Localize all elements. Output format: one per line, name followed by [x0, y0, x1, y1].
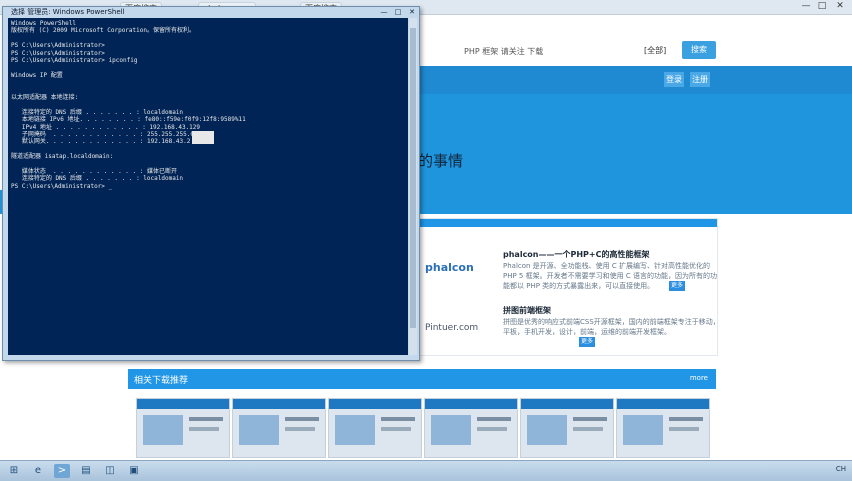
- framework-card: phalcon phalcon——一个PHP+C的高性能框架 Phalcon 是…: [418, 218, 720, 356]
- ie-icon[interactable]: e: [30, 464, 46, 478]
- card-header-bar: [419, 219, 717, 227]
- console-line: 连接特定的 DNS 后缀 . . . . . . . : localdomain: [11, 108, 184, 116]
- window-titlebar[interactable]: 选择 管理员: Windows PowerShell — □ ✕: [3, 7, 419, 17]
- more-button[interactable]: 更多: [579, 337, 595, 347]
- thumbnail[interactable]: [424, 398, 518, 458]
- minimize-icon[interactable]: —: [800, 1, 812, 11]
- app-icon[interactable]: ▣: [126, 464, 142, 478]
- hero-banner: 的事情: [418, 94, 852, 214]
- console-line: PS C:\Users\Administrator> _: [11, 182, 113, 190]
- console-line: 连接特定的 DNS 后缀 . . . . . . . : localdomain: [11, 175, 184, 183]
- site-navbar: 登录 注册: [418, 66, 852, 94]
- console-line: 隧道适配器 isatap.localdomain:: [11, 153, 114, 161]
- start-icon[interactable]: ⊞: [6, 464, 22, 478]
- window-title: 选择 管理员: Windows PowerShell: [11, 8, 125, 16]
- console-output[interactable]: Windows PowerShell 版权所有 (C) 2009 Microsof…: [8, 18, 408, 355]
- console-line: PS C:\Users\Administrator> ipconfig: [11, 57, 138, 64]
- search-input[interactable]: PHP 框架 请关注 下载: [464, 46, 543, 57]
- phalcon-logo[interactable]: phalcon: [425, 261, 474, 274]
- folder-icon[interactable]: ▤: [78, 464, 94, 478]
- console-line: 媒体状态 . . . . . . . . . . . . : 媒体已断开: [11, 168, 177, 175]
- taskbar: ⊞ e > ▤ ◫ ▣ CH: [0, 460, 852, 481]
- console-line: 本地链接 IPv6 地址. . . . . . . . : fe80::f59e…: [11, 116, 246, 124]
- search-scope-select[interactable]: [全部]: [644, 45, 666, 56]
- register-button[interactable]: 注册: [690, 72, 710, 87]
- console-line: 以太网适配器 本地连接:: [11, 94, 79, 101]
- maximize-icon[interactable]: □: [816, 1, 828, 11]
- console-line: PS C:\Users\Administrator>: [11, 49, 105, 57]
- item-desc: Phalcon 是开源、全功能栈、使用 C 扩展编写、针对高性能优化的 PHP …: [503, 262, 717, 290]
- item-desc: 拼图是优秀的响应式前端CSS开源框架，国内的前端框架专注于移动，平板，手机开发，…: [503, 318, 720, 336]
- console-line: Windows IP 配置: [11, 71, 63, 79]
- more-button[interactable]: 更多: [669, 281, 685, 291]
- search-button[interactable]: 搜索: [682, 41, 716, 59]
- thumbnail[interactable]: [520, 398, 614, 458]
- console-line: IPv4 地址 . . . . . . . . . . . . : 192.16…: [11, 123, 201, 131]
- text-selection: [192, 131, 214, 144]
- language-indicator[interactable]: CH: [836, 465, 846, 473]
- powershell-window[interactable]: 选择 管理员: Windows PowerShell — □ ✕ Windows…: [2, 6, 420, 361]
- console-line: 子网掩码 . . . . . . . . . . . . : 255.255.2…: [11, 131, 194, 138]
- pintuer-logo[interactable]: Pintuer.com: [425, 323, 478, 333]
- thumbnail[interactable]: [328, 398, 422, 458]
- thumbnail[interactable]: [616, 398, 710, 458]
- console-line: 版权所有 (C) 2009 Microsoft Corporation。保留所有…: [11, 27, 195, 35]
- explorer-icon[interactable]: ◫: [102, 464, 118, 478]
- console-line: 默认网关. . . . . . . . . . . . . : 192.168.…: [11, 138, 191, 146]
- hero-text: 的事情: [418, 152, 464, 170]
- minimize-icon[interactable]: —: [379, 7, 389, 17]
- powershell-icon[interactable]: >: [54, 464, 70, 478]
- maximize-icon[interactable]: □: [393, 7, 403, 17]
- scrollbar-thumb[interactable]: [410, 28, 416, 328]
- vertical-scrollbar[interactable]: [409, 18, 417, 355]
- console-line: PS C:\Users\Administrator>: [11, 42, 105, 50]
- section-title: 相关下载推荐: [134, 376, 189, 386]
- console-line: Windows PowerShell: [11, 20, 77, 27]
- close-icon[interactable]: ✕: [407, 7, 417, 17]
- item-title[interactable]: phalcon——一个PHP+C的高性能框架: [503, 249, 650, 260]
- thumbnail[interactable]: [136, 398, 230, 458]
- close-icon[interactable]: ✕: [834, 1, 846, 11]
- item-title[interactable]: 拼图前端框架: [503, 305, 551, 316]
- login-button[interactable]: 登录: [664, 72, 684, 87]
- download-section-bar: 相关下载推荐 more: [128, 369, 716, 389]
- thumbnail[interactable]: [232, 398, 326, 458]
- site-header: PHP 框架 请关注 下载 [全部] 搜索: [418, 38, 818, 66]
- section-more-link[interactable]: more: [690, 374, 708, 382]
